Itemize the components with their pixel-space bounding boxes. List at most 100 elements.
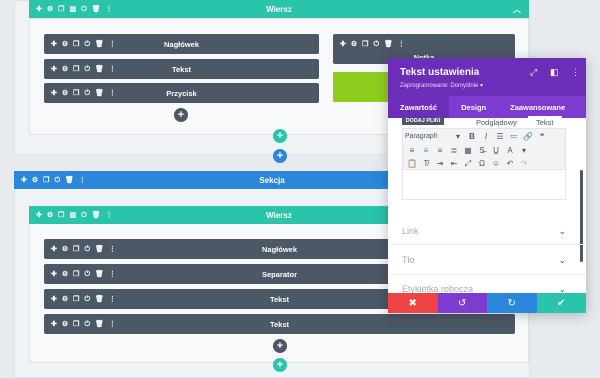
duplicate-icon[interactable]: ❐: [73, 271, 79, 278]
add-icon[interactable]: ✚: [21, 177, 27, 184]
preset-selector[interactable]: Zaprogramowane: Domyślnie ▾: [400, 82, 483, 89]
fullscreen-icon[interactable]: ⤢: [530, 67, 537, 78]
add-media-button[interactable]: DODAJ PLIKI: [402, 118, 444, 125]
gear-icon[interactable]: ⚙: [62, 90, 68, 97]
more-icon[interactable]: ⋮: [79, 177, 86, 184]
power-icon[interactable]: ⏻: [84, 66, 90, 73]
gear-icon[interactable]: ⚙: [47, 212, 53, 219]
add-icon[interactable]: ✚: [51, 90, 57, 97]
more-icon[interactable]: ⋮: [398, 41, 405, 48]
columns-icon[interactable]: ▥: [69, 6, 76, 13]
bullet-list-icon[interactable]: ☰: [493, 130, 507, 143]
duplicate-icon[interactable]: ❐: [73, 321, 79, 328]
gear-icon[interactable]: ⚙: [62, 41, 68, 48]
justify-icon[interactable]: ≣: [447, 144, 461, 157]
trash-icon[interactable]: 🗑: [95, 66, 104, 73]
scrollbar-thumb[interactable]: [580, 170, 583, 262]
add-module-button[interactable]: +: [174, 108, 188, 122]
gear-icon[interactable]: ⚙: [47, 6, 53, 13]
trash-icon[interactable]: 🗑: [95, 41, 104, 48]
gear-icon[interactable]: ⚙: [62, 296, 68, 303]
duplicate-icon[interactable]: ❐: [73, 90, 79, 97]
gear-icon[interactable]: ⚙: [62, 321, 68, 328]
power-icon[interactable]: ⏻: [84, 271, 90, 278]
strikethrough-icon[interactable]: S̶: [475, 144, 489, 157]
trash-icon[interactable]: 🗑: [95, 296, 104, 303]
italic-icon[interactable]: I: [479, 130, 493, 143]
add-icon[interactable]: ✚: [51, 296, 57, 303]
power-icon[interactable]: ⏻: [81, 6, 87, 13]
add-icon[interactable]: ✚: [51, 271, 57, 278]
editor-body[interactable]: [402, 170, 566, 200]
add-section-button[interactable]: +: [273, 149, 287, 163]
chevron-up-icon[interactable]: ︿: [513, 4, 521, 15]
more-icon[interactable]: ⋮: [109, 271, 116, 278]
chevron-down-icon[interactable]: ▾: [451, 130, 465, 143]
bold-icon[interactable]: B: [465, 130, 479, 143]
more-icon[interactable]: ⋮: [109, 321, 116, 328]
trash-icon[interactable]: 🗑: [92, 212, 101, 219]
tab-design[interactable]: Design: [449, 96, 498, 118]
duplicate-icon[interactable]: ❐: [73, 41, 79, 48]
power-icon[interactable]: ⏻: [84, 41, 90, 48]
add-icon[interactable]: ✚: [51, 246, 57, 253]
add-module-button[interactable]: +: [273, 339, 287, 353]
save-button[interactable]: ✔: [536, 293, 586, 313]
indent-icon[interactable]: ⇥: [433, 157, 447, 170]
fullscreen-icon[interactable]: ⤢: [461, 157, 475, 170]
trash-icon[interactable]: 🗑: [65, 177, 74, 184]
module-tekst-3[interactable]: ✚ ⚙ ❐ ⏻ 🗑 ⋮ Tekst: [44, 314, 515, 334]
power-icon[interactable]: ⏻: [84, 246, 90, 253]
add-icon[interactable]: ✚: [36, 6, 42, 13]
trash-icon[interactable]: 🗑: [92, 6, 101, 13]
more-icon[interactable]: ⋮: [109, 41, 116, 48]
duplicate-icon[interactable]: ❐: [73, 66, 79, 73]
module-przycisk[interactable]: ✚ ⚙ ❐ ⏻ 🗑 ⋮ Przycisk: [44, 83, 319, 103]
more-icon[interactable]: ⋮: [106, 6, 113, 13]
emoji-icon[interactable]: ☺: [489, 157, 503, 170]
power-icon[interactable]: ⏻: [54, 177, 60, 184]
cancel-button[interactable]: ✖: [388, 293, 438, 313]
add-icon[interactable]: ✚: [51, 321, 57, 328]
row-1-bar[interactable]: ✚ ⚙ ❐ ▥ ⏻ 🗑 ⋮ Wiersz ︿: [29, 0, 529, 18]
power-icon[interactable]: ⏻: [373, 41, 379, 48]
undo-icon[interactable]: ↶: [503, 157, 517, 170]
redo-icon[interactable]: ↷: [517, 157, 531, 170]
tab-zawartosc[interactable]: Zawartość: [388, 96, 450, 118]
panel-header[interactable]: Tekst ustawienia Zaprogramowane: Domyśln…: [388, 58, 586, 96]
more-icon[interactable]: ⋮: [109, 296, 116, 303]
accordion-tlo[interactable]: Tło ⌄: [402, 255, 566, 266]
gear-icon[interactable]: ⚙: [62, 246, 68, 253]
more-icon[interactable]: ⋮: [109, 90, 116, 97]
power-icon[interactable]: ⏻: [84, 296, 90, 303]
align-left-icon[interactable]: ≡: [405, 144, 419, 157]
tab-zaawansowane[interactable]: Zaawansowane: [498, 96, 577, 118]
duplicate-icon[interactable]: ❐: [73, 246, 79, 253]
power-icon[interactable]: ⏻: [84, 90, 90, 97]
add-icon[interactable]: ✚: [36, 212, 42, 219]
outdent-icon[interactable]: ⇤: [447, 157, 461, 170]
more-icon[interactable]: ⋮: [106, 212, 113, 219]
add-row-button[interactable]: +: [273, 129, 287, 143]
add-icon[interactable]: ✚: [340, 41, 346, 48]
format-select[interactable]: Paragraph: [405, 133, 451, 140]
duplicate-icon[interactable]: ❐: [362, 41, 368, 48]
gear-icon[interactable]: ⚙: [32, 177, 38, 184]
accordion-link[interactable]: Link ⌄: [402, 226, 566, 237]
redo-button[interactable]: ↻: [487, 293, 537, 313]
table-icon[interactable]: ▦: [461, 144, 475, 157]
module-tekst[interactable]: ✚ ⚙ ❐ ⏻ 🗑 ⋮ Tekst: [44, 59, 319, 79]
quote-icon[interactable]: ❝: [535, 130, 549, 143]
numbered-list-icon[interactable]: ≔: [507, 130, 521, 143]
trash-icon[interactable]: 🗑: [95, 321, 104, 328]
more-icon[interactable]: ⋮: [571, 67, 580, 78]
paste-icon[interactable]: 📋: [405, 157, 419, 170]
duplicate-icon[interactable]: ❐: [58, 6, 64, 13]
sidebar-toggle-icon[interactable]: ◧: [550, 67, 559, 78]
add-icon[interactable]: ✚: [51, 66, 57, 73]
undo-button[interactable]: ↺: [437, 293, 487, 313]
module-naglowek[interactable]: ✚ ⚙ ❐ ⏻ 🗑 ⋮ Nagłówek: [44, 34, 319, 54]
trash-icon[interactable]: 🗑: [95, 246, 104, 253]
add-icon[interactable]: ✚: [51, 41, 57, 48]
power-icon[interactable]: ⏻: [84, 321, 90, 328]
